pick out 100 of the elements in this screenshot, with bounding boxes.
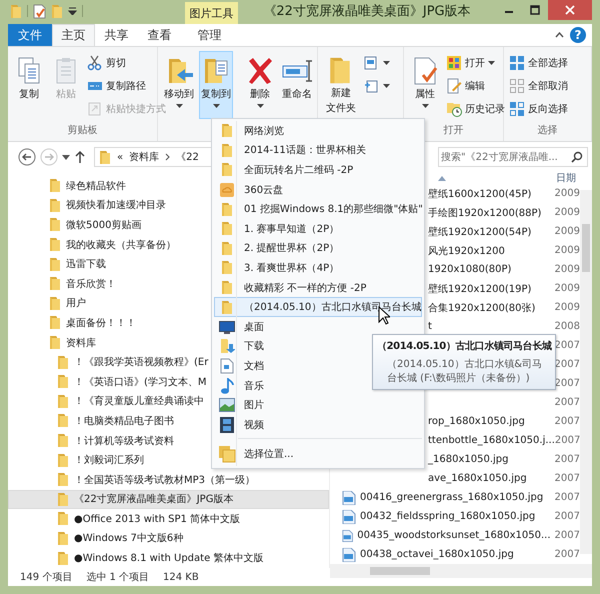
date-cell: 2007	[554, 492, 580, 503]
folder-icon	[57, 511, 69, 526]
rename-button[interactable]: 重命名	[280, 51, 314, 119]
overflow-chevrons[interactable]: «	[117, 152, 124, 162]
file-name[interactable]: rop_1680x1050.jpg	[428, 416, 525, 427]
menu-item[interactable]: 360云盘	[214, 180, 422, 200]
menu-item[interactable]: 2014-11话题：世界杯相关	[214, 140, 422, 160]
menu-item[interactable]: 1. 赛事早知道（2P）	[214, 218, 422, 239]
file-name[interactable]: _1680x1050.jpg	[428, 454, 508, 465]
folder-icon	[57, 472, 69, 488]
cloud-icon	[219, 182, 235, 198]
select-all-button[interactable]: 全部选择	[508, 53, 569, 73]
selection-size: 124 KB	[163, 572, 199, 582]
nav-item[interactable]: ！全国英语等级考试教材MP3（第一级）	[8, 470, 329, 490]
file-name[interactable]: 壁纸1920x1200(54P)	[428, 224, 532, 238]
file-name[interactable]: t	[428, 321, 432, 332]
date-cell: 2009	[554, 207, 580, 218]
select-none-button[interactable]: 全部取消	[508, 76, 569, 96]
close-button[interactable]	[548, 0, 592, 20]
ribbon-tab[interactable]: 共享	[95, 24, 138, 46]
new-folder-button[interactable]: 新建 文件夹	[322, 51, 360, 119]
recent-locations-caret-icon[interactable]	[62, 154, 70, 160]
contextual-tab-label: 图片工具	[185, 2, 238, 24]
file-name[interactable]: 手绘图1920x1200(88P)	[428, 206, 542, 220]
folder-icon	[49, 217, 61, 232]
collapse-caret-icon[interactable]	[555, 32, 564, 38]
date-cell: 2009	[554, 264, 580, 275]
folder-icon	[57, 492, 69, 507]
copy-button[interactable]: 复制	[12, 51, 46, 119]
up-button[interactable]	[74, 150, 86, 164]
date-cell: 2007	[554, 435, 580, 446]
folder-icon	[221, 142, 233, 158]
caret-icon[interactable]	[68, 7, 77, 15]
file-name[interactable]: 壁纸1600x1200(45P)	[428, 186, 532, 200]
invert-button[interactable]: 反向选择	[508, 99, 569, 119]
edit-button[interactable]: 编辑	[445, 76, 506, 96]
image-file-icon	[342, 548, 356, 562]
file-tab[interactable]: 文件	[8, 24, 52, 46]
breadcrumb[interactable]: 《22	[176, 150, 199, 164]
breadcrumb[interactable]: 资料库	[129, 150, 160, 164]
file-name[interactable]: 00438_octavei_1680x1050.jpg	[360, 549, 514, 560]
menu-item[interactable]: 收藏精彩 不一样的方便 -2P	[214, 278, 422, 298]
menu-item[interactable]: 图片	[214, 395, 422, 415]
folders-icon	[218, 444, 236, 462]
open-button[interactable]: 打开	[445, 53, 506, 73]
date-cell: 2007	[554, 359, 580, 370]
file-name[interactable]: ave_1680x1050.jpg	[428, 473, 527, 484]
back-button[interactable]	[18, 148, 36, 166]
column-header[interactable]: 日期	[556, 171, 576, 185]
file-name[interactable]: 00416_greenergrass_1680x1050.jpg	[360, 492, 544, 503]
file-name[interactable]: ttenbottle_1680x1050.j...	[428, 435, 555, 446]
date-cell: 2007	[554, 454, 580, 465]
file-name[interactable]: 00435_woodstorksunset_1680x1050...	[357, 530, 551, 541]
menu-item[interactable]: 全面玩转名片二维码 -2P	[214, 160, 422, 180]
cut-button[interactable]: 剪切	[86, 53, 167, 73]
folder-icon	[57, 374, 69, 390]
chevron-icon[interactable]	[165, 153, 170, 161]
file-name[interactable]: 1920x1080(80P)	[428, 264, 512, 275]
file-name[interactable]: 风光1920x1200	[428, 244, 505, 258]
file-name[interactable]: 00432_fieldsspring_1680x1050.jpg	[360, 511, 536, 522]
horizontal-scrollbar[interactable]	[330, 564, 592, 578]
nav-item[interactable]: ●Windows 7中文版6种	[8, 528, 329, 548]
search-icon	[571, 151, 583, 163]
nav-item[interactable]: ●Office 2013 with SP1 简体中文版	[8, 509, 329, 529]
copy-to-button[interactable]: 复制到	[199, 51, 233, 119]
open-icon	[446, 55, 462, 71]
vertical-scrollbar[interactable]	[580, 190, 592, 554]
date-cell: 2009	[554, 245, 580, 256]
file-name[interactable]: 壁纸1920x1200(19P)	[428, 282, 532, 296]
image-file-icon	[342, 510, 356, 524]
folder-icon	[49, 315, 61, 330]
history-button[interactable]: 历史记录	[445, 99, 506, 119]
folder-icon	[221, 300, 233, 315]
ribbon-tab[interactable]: 查看	[138, 24, 181, 46]
folder-icon	[49, 256, 61, 272]
properties-icon[interactable]	[33, 4, 46, 18]
file-name[interactable]: 合集1920x1200(80张)	[428, 300, 536, 314]
menu-item[interactable]: 3. 看爽世界杯（4P）	[214, 258, 422, 278]
menu-item[interactable]: 2. 提醒世界杯（2P）	[214, 238, 422, 258]
menu-item[interactable]: 视频	[214, 414, 422, 434]
ribbon-tab[interactable]: 主页	[52, 24, 95, 46]
menu-item[interactable]: 网络浏览	[214, 121, 422, 141]
folder-icon	[221, 280, 233, 296]
menu-item[interactable]: 选择位置...	[214, 442, 422, 466]
folder-icon	[49, 276, 61, 292]
window-title: 《22寸宽屏液晶唯美桌面》JPG版本	[262, 3, 472, 21]
ribbon-tab[interactable]: 管理	[183, 24, 236, 46]
delete-button[interactable]: 删除	[243, 51, 277, 119]
help-button[interactable]: ?	[570, 27, 586, 43]
folder-icon	[57, 394, 69, 409]
folder-icon	[221, 240, 233, 256]
date-cell: 2007	[554, 549, 580, 560]
picture-icon	[219, 398, 235, 412]
monitor-icon	[219, 320, 235, 334]
folder-icon	[221, 260, 233, 276]
menu-item[interactable]: 桌面	[214, 316, 422, 337]
properties-button[interactable]: 属性	[408, 51, 442, 119]
menu-item[interactable]: 01 挖掘Windows 8.1的那些细微"体贴"	[214, 199, 422, 219]
nav-item[interactable]: 《22寸宽屏液晶唯美桌面》JPG版本	[8, 490, 329, 510]
nav-item[interactable]: ●Windows 8.1 with Update 繁体中文版	[8, 548, 329, 568]
